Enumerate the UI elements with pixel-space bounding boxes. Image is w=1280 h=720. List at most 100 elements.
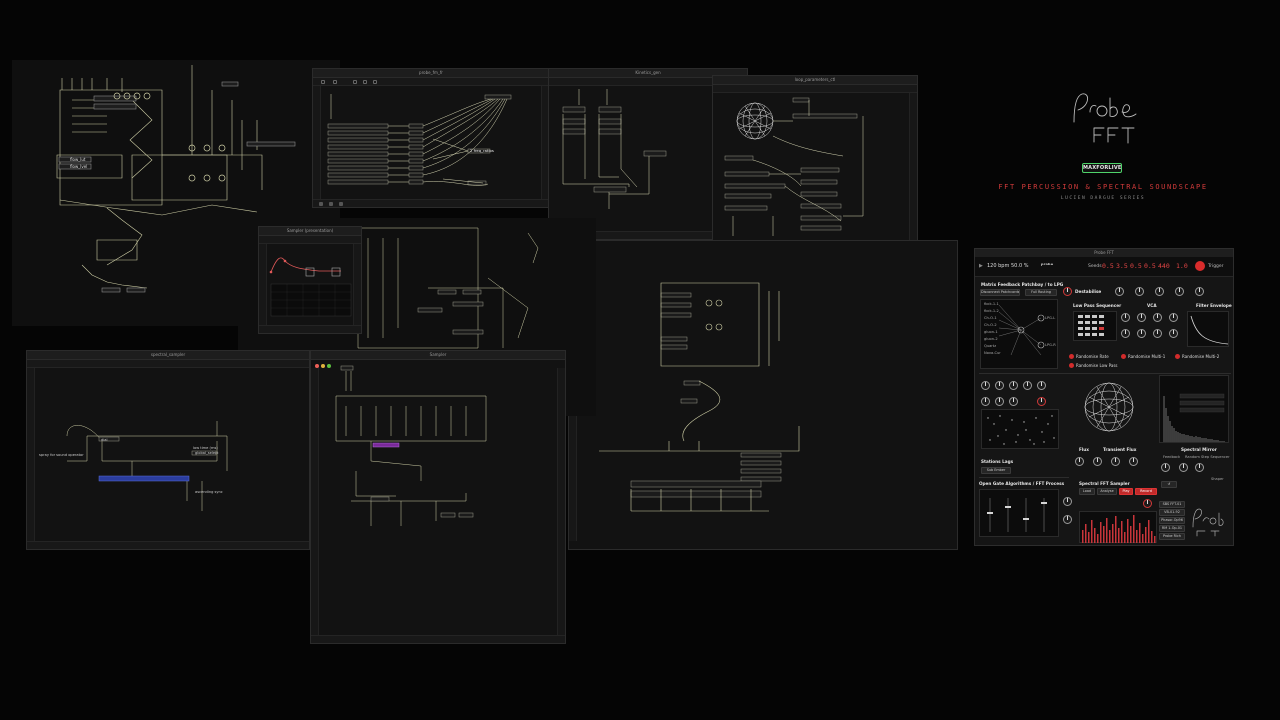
disconnect-button[interactable]: Disconnect Patchcords [980,289,1020,296]
patch-cables-sampler [335,365,487,526]
full-routing-button[interactable]: Full Routing [1025,289,1057,296]
spectrum-panel[interactable] [1159,375,1229,443]
step-grid-cells [1078,315,1104,336]
sampler-presentation-window[interactable]: Sampler (presentation) [258,226,362,334]
station-knob-1[interactable] [981,381,990,390]
lps-title: Low Pass Sequencer [1073,303,1122,308]
percent-display[interactable]: 50.0 % [1011,263,1028,269]
flux-knob-3[interactable] [1111,457,1120,466]
flux-title: Flux [1079,447,1089,452]
sampler-knob[interactable] [1143,499,1152,508]
randomise-multi1-button[interactable]: Randomise Multi-1 [1121,354,1165,359]
gate-knob-1[interactable] [1063,497,1072,506]
matrix-title: Matrix Feedback Patchbay / to LPG [981,282,1064,287]
bpm-display[interactable]: 120 bpm [987,263,1009,269]
patcher-window-sampler[interactable]: Sampler [310,350,566,644]
patcher-window-loop-params[interactable]: loop_parameters_ctl [712,75,918,265]
seed-value-3[interactable]: 0.5 [1130,261,1142,272]
sub-ember-button[interactable]: Sub Ember [981,467,1011,474]
station-knob-red[interactable] [1037,397,1046,406]
preset-item-1[interactable]: SBS FFT-01 [1159,501,1185,508]
destabilise-knob[interactable] [1063,287,1072,296]
sampler-load-button[interactable]: Load [1079,488,1095,495]
station-knob-2[interactable] [995,381,1004,390]
knob-b4[interactable] [1169,313,1178,322]
sampler-play-button[interactable]: Play [1119,488,1133,495]
gate-faders[interactable] [979,489,1059,537]
gate-knob-2[interactable] [1063,515,1072,524]
knob-b8[interactable] [1169,329,1178,338]
patch-label-lowtime: low time (ms) [193,446,218,450]
seed-value-4[interactable]: 0.5 [1144,261,1156,272]
trigger-button[interactable] [1195,261,1205,271]
knob-a5[interactable] [1195,287,1204,296]
step-grid[interactable] [1073,311,1117,341]
seed-value-1[interactable]: 0.5 [1102,261,1114,272]
flux-knob-2[interactable] [1093,457,1102,466]
filter-envelope-display[interactable] [1187,311,1229,347]
randomise-lowpass-button[interactable]: Randomise Low Pass [1069,363,1118,368]
reset-button[interactable]: ↺ [1161,481,1177,488]
flux-knob-1[interactable] [1075,457,1084,466]
shaper-label: Shaper [1211,477,1224,481]
knob-b2[interactable] [1137,313,1146,322]
randomise-rate-label: Randomise Rate [1076,354,1109,359]
patch-cables-loop [724,97,864,236]
knob-b3[interactable] [1153,313,1162,322]
divider [979,477,1069,478]
preset-item-4[interactable]: RM 1-Op-01 [1159,525,1185,532]
knob-a1[interactable] [1115,287,1124,296]
random-step-knob-1[interactable] [1179,463,1188,472]
knob-b6[interactable] [1137,329,1146,338]
knob-a4[interactable] [1175,287,1184,296]
random-step-knob-2[interactable] [1195,463,1204,472]
station-knob-3[interactable] [1009,381,1018,390]
knob-b5[interactable] [1121,329,1130,338]
max-for-live-badge: MAXFORLIVE [1082,163,1122,173]
seed-value-6[interactable]: 1.0 [1176,261,1188,272]
preset-item-2[interactable]: VB-01-92 [1159,509,1185,516]
preset-item-3[interactable]: Phasor-Op96 [1159,517,1185,524]
seed-value-5[interactable]: 440 [1158,261,1170,272]
in-label-2: fbck-1-2 [984,309,999,313]
sampler-waveform[interactable] [1079,511,1157,543]
patch-label-global: global_select [195,451,219,455]
flux-knob-4[interactable] [1129,457,1138,466]
feedback-knob[interactable] [1161,463,1170,472]
sampler-record-button[interactable]: Record [1135,488,1157,495]
knob-b7[interactable] [1153,329,1162,338]
sampler-analyse-button[interactable]: Analyse [1097,488,1117,495]
matrix-patchbay[interactable]: fbck-1-1 fbck-1-2 Ch-O-1 Ch-O-2 gluon-1 … [980,299,1058,369]
randomise-lowpass-label: Randomise Low Pass [1076,363,1118,368]
patch-label-ascending: ascending sync [195,490,223,494]
play-icon[interactable]: ▶ [979,263,983,269]
destabilise-label: Destabilise [1075,289,1102,294]
station-knob-8[interactable] [1009,397,1018,406]
patch-cables-probe-fm: 2 freq_ratios [327,94,512,186]
patcher-bottombar [313,199,549,207]
knob-a2[interactable] [1135,287,1144,296]
knob-a3[interactable] [1155,287,1164,296]
patcher-window-spectral-sampler[interactable]: spectral_sampler spray for sound operato… [26,350,310,550]
patch-label-seq: spray for sound operator [39,453,84,457]
randomise-rate-button[interactable]: Randomise Rate [1069,354,1109,359]
station-knob-6[interactable] [981,397,990,406]
preset-item-5[interactable]: Probe Rich [1159,533,1185,540]
random-step-label: Random Step Sequencer [1185,455,1230,459]
station-knob-5[interactable] [1037,381,1046,390]
stations-dot-display[interactable] [981,409,1059,449]
randomise-multi2-button[interactable]: Randomise Multi-2 [1175,354,1219,359]
debug-icon[interactable] [339,202,343,206]
patcher-window-network[interactable] [568,240,958,550]
grid-icon[interactable] [329,202,333,206]
patcher-window-probe-fm[interactable]: probe_fm_fr 2 freq_ratios [312,68,550,208]
lock-icon[interactable] [319,202,323,206]
seed-value-2[interactable]: 3.5 [1116,261,1128,272]
probe-fft-device[interactable]: Probe FFT ▶ 120 bpm 50.0 % ᵖʳᵒᵇᵉ Seeds 0… [974,248,1234,546]
knob-b1[interactable] [1121,313,1130,322]
patch-label-dial: dial [101,438,107,442]
station-knob-4[interactable] [1023,381,1032,390]
in-label-8: Nova-Cur [984,351,1001,355]
in-label-7: Quartz [984,344,997,348]
station-knob-7[interactable] [995,397,1004,406]
